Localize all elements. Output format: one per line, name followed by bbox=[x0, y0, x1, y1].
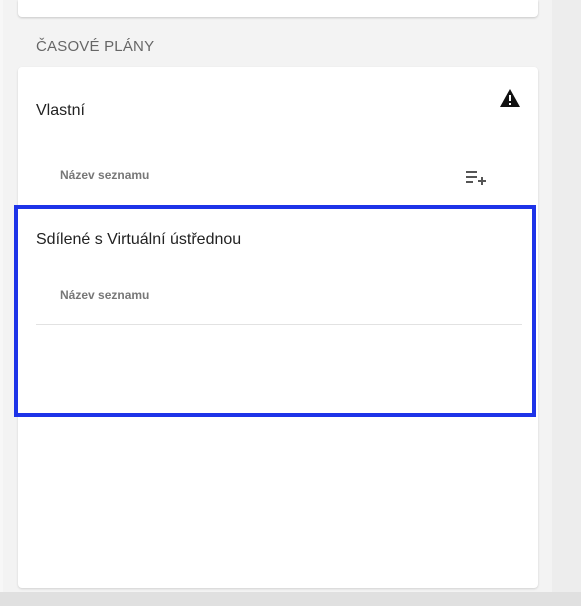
previous-card-bottom bbox=[18, 0, 538, 17]
own-schedules-title: Vlastní bbox=[36, 102, 85, 119]
schedules-card: Vlastní Název seznamu Sdílené s Virtuáln… bbox=[18, 67, 538, 588]
settings-panel: ČASOVÉ PLÁNY Vlastní Název seznamu Sdíle… bbox=[3, 0, 552, 606]
warning-icon bbox=[500, 89, 520, 107]
right-background-strip bbox=[552, 0, 581, 606]
own-list-name-header: Název seznamu bbox=[60, 168, 150, 182]
shared-schedules-title: Sdílené s Virtuální ústřednou bbox=[36, 231, 242, 248]
shared-list-divider bbox=[36, 324, 522, 325]
bottom-scroll-area bbox=[0, 592, 581, 606]
app-window: ČASOVÉ PLÁNY Vlastní Název seznamu Sdíle… bbox=[0, 0, 581, 606]
shared-list-name-header: Název seznamu bbox=[60, 288, 150, 302]
playlist-add-icon[interactable] bbox=[464, 168, 488, 186]
section-title: ČASOVÉ PLÁNY bbox=[36, 38, 155, 55]
